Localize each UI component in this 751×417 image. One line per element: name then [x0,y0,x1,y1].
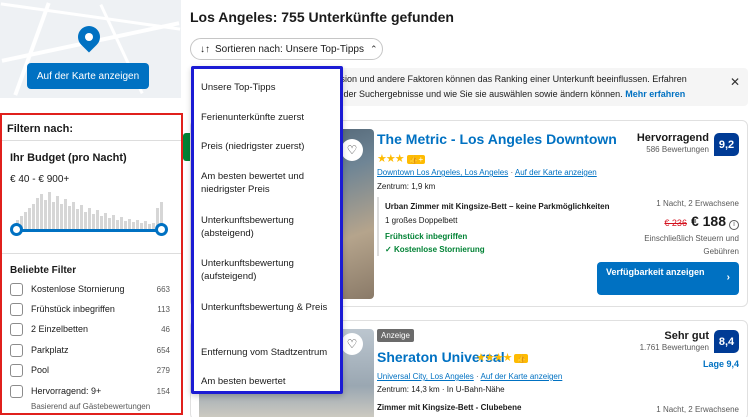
filter-count: 46 [161,324,170,334]
budget-slider-min-handle[interactable] [10,223,23,236]
room-name: Urban Zimmer mit Kingsize-Bett – keine P… [385,202,610,211]
divider [2,140,181,141]
review-score-badge: 8,4 [714,330,739,353]
filter-panel: Filtern nach: Ihr Budget (pro Nacht) € 4… [0,113,183,415]
sort-option-rating-asc[interactable]: Unterkunftsbewertung (aufsteigend) [201,257,337,283]
thumbs-up-icon: 👍 [514,354,529,363]
checkbox[interactable] [10,363,23,377]
filter-count: 654 [156,345,170,355]
checkbox[interactable] [10,384,23,398]
chevron-right-icon: › [726,272,730,283]
tax-note: Einschließlich Steuern und Gebühren [644,234,739,256]
show-on-map-button[interactable]: Auf der Karte anzeigen [27,63,149,89]
filter-title: Filtern nach: [7,123,74,135]
ranking-info-banner: ssion und andere Faktoren können das Ran… [330,68,748,106]
info-icon[interactable]: i [729,219,739,230]
sort-button[interactable]: ↓↑ Sortieren nach: Unsere Top-Tipps ⌃ [190,38,383,60]
distance-from-centre: Zentrum: 14,3 km · In U-Bahn-Nähe [377,385,505,394]
checkbox[interactable] [10,322,23,336]
sort-dropdown: Unsere Top-Tipps Ferienunterkünfte zuers… [191,66,343,394]
filter-pool[interactable]: Pool 279 [10,362,170,378]
filter-sublabel: Basierend auf Gästebewertungen [31,402,151,411]
filter-label: 2 Einzelbetten [31,324,89,334]
location-link[interactable]: Downtown Los Angeles, Los Angeles [377,168,508,177]
rating-word: Hervorragend [636,132,709,144]
free-cancellation: ✓ Kostenlose Stornierung [385,245,485,254]
filter-parking[interactable]: Parkplatz 654 [10,342,170,358]
filter-label: Pool [31,365,50,375]
map-pin-icon [73,21,105,53]
thumbs-up-icon: 👍+ [406,155,426,164]
sort-arrows-icon: ↓↑ [200,43,210,55]
sort-option-distance[interactable]: Entfernung vom Stadtzentrum [201,346,337,359]
original-price: € 236 [664,218,687,228]
sort-option-top-picks[interactable]: Unsere Top-Tipps [201,81,337,94]
sort-option-holiday-homes[interactable]: Ferienunterkünfte zuerst [201,111,337,124]
filter-excellent[interactable]: Hervorragend: 9+ 154 [10,383,170,399]
filter-count: 113 [157,304,170,314]
location-link[interactable]: Universal City, Los Angeles [377,372,474,381]
location-score: Lage 9,4 [702,359,739,369]
heart-icon[interactable]: ♡ [341,333,363,355]
filter-count: 663 [156,284,170,294]
budget-slider-track[interactable] [16,229,162,232]
see-availability-button[interactable]: Verfügbarkeit anzeigen › [597,262,739,295]
checkbox[interactable] [10,343,23,357]
stay-info: 1 Nacht, 2 Erwachsene [656,405,739,414]
star-rating: ★★★ 👍+ [377,153,426,165]
filter-twin-beds[interactable]: 2 Einzelbetten 46 [10,321,170,337]
current-price: € 188 [690,213,726,229]
chevron-up-down-icon: ⌃ [369,43,378,54]
budget-range: € 40 - € 900+ [10,174,70,185]
room-info: Urban Zimmer mit Kingsize-Bett – keine P… [377,197,611,256]
popular-filters-title: Beliebte Filter [10,265,77,276]
map-preview[interactable]: Auf der Karte anzeigen [0,0,181,98]
filter-free-cancellation[interactable]: Kostenlose Stornierung 663 [10,281,170,297]
review-count: 1.761 Bewertungen [639,343,709,352]
rating-word: Sehr gut [664,330,709,342]
review-count: 586 Bewertungen [646,145,709,154]
filter-label: Kostenlose Stornierung [31,284,125,294]
divider [2,253,181,254]
location-line: Downtown Los Angeles, Los Angeles · Auf … [377,168,597,177]
filter-label: Parkplatz [31,345,69,355]
budget-title: Ihr Budget (pro Nacht) [10,152,127,164]
location-line: Universal City, Los Angeles · Auf der Ka… [377,372,563,381]
filter-count: 279 [156,365,170,375]
filter-label: Hervorragend: 9+ [31,386,102,396]
learn-more-link[interactable]: Mehr erfahren [625,89,685,99]
sort-label: Sortieren nach: Unsere Top-Tipps [215,43,364,55]
heart-icon[interactable]: ♡ [341,139,363,161]
price-histogram [16,192,163,230]
green-tab [183,133,190,161]
show-on-map-link[interactable]: Auf der Karte anzeigen [515,168,597,177]
price: € 236 € 188 i [664,213,739,230]
sort-option-rating-desc[interactable]: Unterkunftsbewertung (absteigend) [201,214,337,240]
star-rating: ★★★★ 👍 [476,352,529,364]
checkmark-icon: ✓ [385,245,394,254]
stay-info: 1 Nacht, 2 Erwachsene [656,199,739,208]
sort-option-best-rated[interactable]: Am besten bewertet [201,375,337,388]
sort-option-price-lowest[interactable]: Preis (niedrigster zuerst) [201,140,337,153]
checkbox[interactable] [10,302,23,316]
page-title: Los Angeles: 755 Unterkünfte gefunden [190,9,454,25]
info-text-line1: ssion und andere Faktoren können das Ran… [336,74,687,84]
checkbox[interactable] [10,282,23,296]
sort-option-rating-price[interactable]: Unterkunftsbewertung & Preis [201,301,337,314]
distance-from-centre: Zentrum: 1,9 km [377,182,436,191]
room-bed: 1 großes Doppelbett [385,216,458,225]
breakfast-included: Frühstück inbegriffen [385,232,468,241]
filter-count: 154 [156,386,170,396]
property-name[interactable]: The Metric - Los Angeles Downtown [377,131,617,147]
filter-label: Frühstück inbegriffen [31,304,115,314]
ad-badge: Anzeige [377,329,414,342]
sort-option-best-rated-lowest-price[interactable]: Am besten bewertet und niedrigster Preis [201,170,337,196]
budget-slider-max-handle[interactable] [155,223,168,236]
close-icon[interactable]: ✕ [730,75,740,90]
review-score-badge: 9,2 [714,133,739,156]
info-text-line2: n der Suchergebnisse und wie Sie sie aus… [336,89,623,99]
show-on-map-link[interactable]: Auf der Karte anzeigen [480,372,562,381]
filter-breakfast[interactable]: Frühstück inbegriffen 113 [10,301,170,317]
room-name: Zimmer mit Kingsize-Bett - Clubebene [377,403,522,412]
